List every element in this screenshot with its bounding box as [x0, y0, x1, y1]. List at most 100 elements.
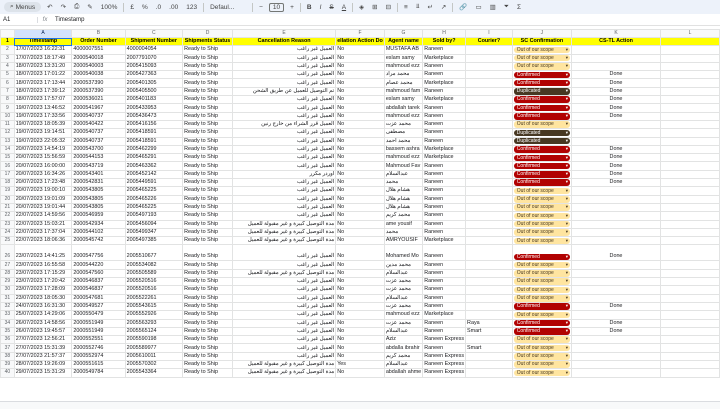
- empty-cell[interactable]: [659, 169, 720, 180]
- cancellation-reason-cell[interactable]: العميل غير راغب: [231, 161, 337, 171]
- rotate-icon[interactable]: ↗: [439, 2, 448, 12]
- courier-cell[interactable]: Raya: [465, 318, 513, 328]
- courier-cell[interactable]: [465, 86, 513, 97]
- row-header[interactable]: 16: [0, 161, 15, 171]
- timestamp-cell[interactable]: 18/07/2023 17:13:44: [13, 78, 73, 88]
- order-number-cell[interactable]: 2000543401: [71, 169, 126, 180]
- header-cell[interactable]: Sold by?: [422, 36, 467, 47]
- cancellation-action-cell[interactable]: No: [335, 293, 385, 303]
- sold-by-cell[interactable]: Raneen: [422, 169, 467, 180]
- shipment-number-cell[interactable]: 2005436473: [124, 111, 184, 121]
- currency-format-button[interactable]: £: [128, 3, 136, 12]
- sold-by-cell[interactable]: Raneen Express: [422, 335, 467, 345]
- cs-tl-action-cell[interactable]: [571, 236, 661, 246]
- row-header[interactable]: 31: [0, 293, 15, 303]
- empty-cell[interactable]: [659, 368, 720, 378]
- row-header[interactable]: 10: [0, 111, 15, 121]
- shipment-number-cell[interactable]: 2005570302: [124, 359, 184, 370]
- shipment-number-cell[interactable]: 2005465225: [124, 186, 184, 196]
- order-number-cell[interactable]: 2000551615: [71, 359, 126, 370]
- cs-tl-action-cell[interactable]: Done: [571, 244, 661, 262]
- cancellation-reason-cell[interactable]: العميل غير راغب: [231, 244, 337, 262]
- sc-confirmation-cell[interactable]: Out of our scope: [511, 45, 573, 55]
- empty-cell[interactable]: [659, 186, 720, 196]
- empty-cell[interactable]: [659, 219, 720, 229]
- sold-by-cell[interactable]: Raneen: [422, 268, 467, 279]
- agent-name-cell[interactable]: محمد كريم: [383, 211, 424, 221]
- sc-confirmation-cell[interactable]: Duplicated: [511, 128, 573, 138]
- timestamp-cell[interactable]: 23/07/2023 17:15:29: [13, 268, 73, 279]
- cancellation-reason-cell[interactable]: العميل غير راغب: [231, 95, 337, 105]
- sc-confirmation-cell[interactable]: Out of our scope: [511, 293, 573, 303]
- shipment-status-cell[interactable]: Ready to Ship: [182, 45, 233, 55]
- cs-tl-action-cell[interactable]: [571, 186, 661, 196]
- shipment-number-cell[interactable]: 2005427363: [124, 70, 184, 80]
- cancellation-reason-cell[interactable]: مدة التوصيل كبيرة و غير مقبولة للعميل: [231, 219, 337, 229]
- empty-cell[interactable]: [659, 153, 720, 163]
- cancellation-reason-cell[interactable]: العميل غير راغب: [231, 276, 337, 287]
- sc-confirmation-dropdown[interactable]: Out of our scope: [513, 229, 571, 236]
- row-header[interactable]: 20: [0, 194, 15, 204]
- sold-by-cell[interactable]: Marketplace: [422, 144, 467, 155]
- empty-cell[interactable]: [659, 144, 720, 155]
- cancellation-reason-cell[interactable]: العميل غير راغب: [231, 178, 337, 188]
- cancellation-reason-cell[interactable]: تم التوصيل للعميل عن طريق الشحن: [231, 86, 337, 97]
- shipment-number-cell[interactable]: 2005415093: [124, 61, 184, 72]
- empty-cell[interactable]: [659, 202, 720, 213]
- courier-cell[interactable]: [465, 310, 513, 320]
- order-number-cell[interactable]: 2000545742: [71, 236, 126, 246]
- empty-cell[interactable]: [659, 128, 720, 138]
- cancellation-action-cell[interactable]: No: [335, 95, 385, 105]
- agent-name-cell[interactable]: mahmoud ezz: [383, 153, 424, 163]
- sc-confirmation-dropdown[interactable]: Out of our scope: [513, 55, 571, 62]
- sc-confirmation-dropdown[interactable]: Out of our scope: [513, 46, 571, 54]
- agent-name-cell[interactable]: محمد عزت: [383, 119, 424, 130]
- agent-name-cell[interactable]: عبدالسلام: [383, 326, 424, 337]
- sc-confirmation-cell[interactable]: Confirmed: [511, 70, 573, 80]
- sold-by-cell[interactable]: Raneen: [422, 128, 467, 138]
- courier-cell[interactable]: [465, 260, 513, 270]
- cancellation-action-cell[interactable]: No: [335, 310, 385, 320]
- order-number-cell[interactable]: 2000540038: [71, 70, 126, 80]
- empty-cell[interactable]: [659, 53, 720, 63]
- empty-cell[interactable]: [659, 351, 720, 362]
- agent-name-cell[interactable]: abdallah ahme: [383, 368, 424, 378]
- number-format-button[interactable]: 123: [184, 3, 199, 12]
- sc-confirmation-cell[interactable]: Confirmed: [511, 95, 573, 105]
- courier-cell[interactable]: [465, 236, 513, 246]
- sc-confirmation-dropdown[interactable]: Out of our scope: [513, 286, 571, 294]
- agent-name-cell[interactable]: محمد كريم: [383, 351, 424, 362]
- cs-tl-action-cell[interactable]: [571, 359, 661, 370]
- shipment-status-cell[interactable]: Ready to Ship: [182, 95, 233, 105]
- align-icon[interactable]: ≡: [402, 3, 410, 12]
- agent-name-cell[interactable]: محمد مدين: [383, 260, 424, 270]
- order-number-cell[interactable]: 2000547560: [71, 268, 126, 279]
- courier-cell[interactable]: [465, 335, 513, 345]
- courier-cell[interactable]: [465, 61, 513, 72]
- order-number-cell[interactable]: 2000546959: [71, 211, 126, 221]
- cancellation-action-cell[interactable]: No: [335, 70, 385, 80]
- column-header-b[interactable]: B: [71, 29, 126, 38]
- order-number-cell[interactable]: 2000542934: [71, 219, 126, 229]
- sold-by-cell[interactable]: Raneen: [422, 86, 467, 97]
- row-header[interactable]: 38: [0, 351, 15, 362]
- sold-by-cell[interactable]: Raneen Express: [422, 351, 467, 362]
- courier-cell[interactable]: [465, 285, 513, 295]
- agent-name-cell[interactable]: mahmoud ezz: [383, 111, 424, 121]
- name-box[interactable]: A1: [0, 17, 38, 23]
- sc-confirmation-cell[interactable]: Confirmed: [511, 111, 573, 121]
- shipment-status-cell[interactable]: Ready to Ship: [182, 335, 233, 345]
- agent-name-cell[interactable]: هشام هلال: [383, 202, 424, 213]
- shipment-status-cell[interactable]: Ready to Ship: [182, 119, 233, 130]
- cancellation-action-cell[interactable]: No: [335, 335, 385, 345]
- empty-cell[interactable]: [659, 244, 720, 262]
- order-number-cell[interactable]: 2000547756: [71, 244, 126, 262]
- sold-by-cell[interactable]: Raneen: [422, 111, 467, 121]
- sc-confirmation-dropdown[interactable]: Out of our scope: [513, 121, 571, 128]
- shipment-status-cell[interactable]: Ready to Ship: [182, 202, 233, 213]
- courier-cell[interactable]: [465, 111, 513, 121]
- cancellation-reason-cell[interactable]: العميل غير راغب: [231, 53, 337, 63]
- row-header[interactable]: 34: [0, 318, 15, 328]
- sold-by-cell[interactable]: Marketplace: [422, 78, 467, 88]
- empty-cell[interactable]: [659, 293, 720, 303]
